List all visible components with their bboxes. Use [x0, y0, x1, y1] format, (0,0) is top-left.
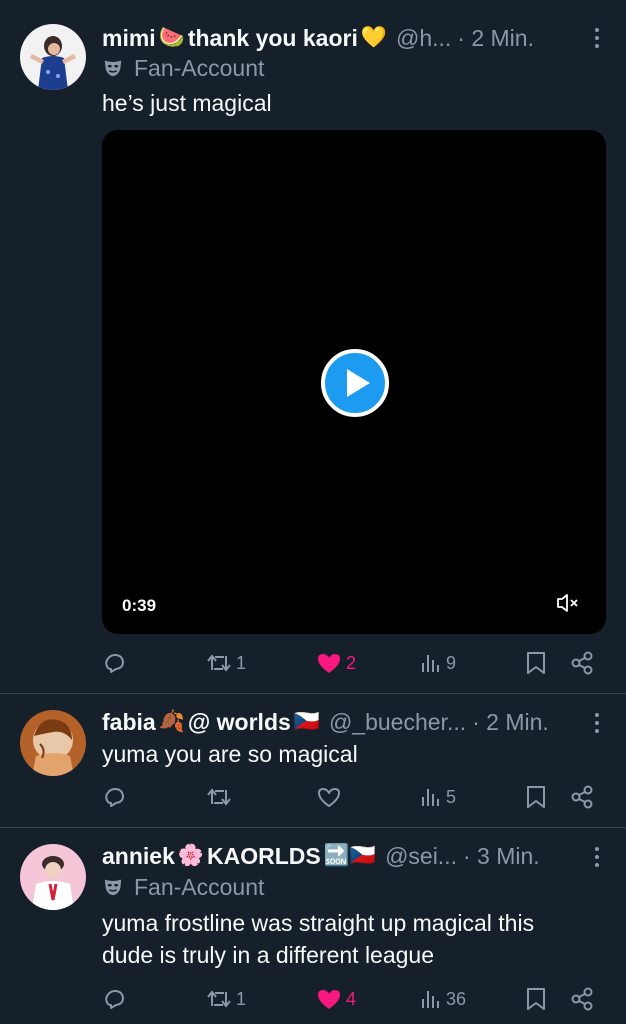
mask-icon	[104, 879, 122, 896]
czech-flag-emoji: 🇨🇿	[293, 710, 320, 733]
share-icon	[571, 785, 593, 809]
retweet-button[interactable]: 1	[206, 648, 246, 678]
retweet-button[interactable]	[206, 782, 236, 812]
more-options-icon[interactable]	[594, 847, 600, 871]
tweet-header: fabia 🍂 @ worlds 🇨🇿 @_buecher... · 2 Min…	[102, 705, 606, 739]
tweet[interactable]: fabia 🍂 @ worlds 🇨🇿 @_buecher... · 2 Min…	[0, 694, 626, 827]
cherry-blossom-emoji: 🌸	[177, 844, 205, 867]
action-bar: 1 4 36	[0, 984, 626, 1014]
account-label-text: Fan-Account	[134, 873, 265, 900]
avatar[interactable]	[20, 710, 86, 776]
bookmark-icon	[527, 988, 545, 1010]
reply-icon	[105, 990, 124, 1009]
bookmark-icon	[527, 652, 545, 674]
like-count: 2	[346, 652, 357, 673]
muted-speaker-icon[interactable]	[556, 592, 580, 614]
heart-outline-icon	[318, 788, 340, 807]
bookmark-button[interactable]	[525, 984, 547, 1014]
analytics-icon	[422, 655, 439, 672]
timestamp[interactable]: · 2 Min.	[472, 709, 549, 736]
tweet-text: yuma you are so magical	[102, 741, 358, 767]
retweet-button[interactable]: 1	[206, 984, 246, 1014]
user-handle[interactable]: @sei...	[385, 843, 457, 870]
user-handle[interactable]: @h...	[396, 25, 451, 52]
display-name-part[interactable]: thank you kaori	[188, 25, 358, 52]
tweet-header: anniek 🌸 KAORLDS 🔜🇨🇿 @sei... · 3 Min.	[102, 839, 606, 873]
display-name-part[interactable]: KAORLDS	[207, 843, 321, 870]
share-button[interactable]	[570, 984, 594, 1014]
tweet[interactable]: anniek 🌸 KAORLDS 🔜🇨🇿 @sei... · 3 Min. Fa…	[0, 828, 626, 1024]
video-duration: 0:39	[122, 596, 157, 615]
avatar[interactable]	[20, 844, 86, 910]
reply-icon	[105, 654, 124, 673]
bookmark-icon	[527, 786, 545, 808]
like-button[interactable]: 4	[316, 984, 356, 1014]
display-name[interactable]: mimi	[102, 25, 156, 52]
retweet-icon	[207, 990, 231, 1008]
share-icon	[571, 651, 593, 675]
share-button[interactable]	[570, 782, 594, 812]
soon-arrow-czech-flag-emoji: 🔜🇨🇿	[323, 844, 377, 867]
more-options-icon[interactable]	[594, 713, 600, 737]
timestamp[interactable]: · 2 Min.	[457, 25, 534, 52]
heart-filled-icon	[318, 654, 340, 673]
watermelon-emoji: 🍉	[158, 26, 185, 49]
timeline-feed: mimi 🍉 thank you kaori 💛 @h... · 2 Min. …	[0, 0, 626, 1024]
like-count: 4	[346, 988, 357, 1009]
retweet-icon	[207, 654, 231, 672]
reply-button[interactable]	[103, 648, 131, 678]
more-options-icon[interactable]	[594, 28, 600, 52]
action-bar: 1 2 9	[0, 648, 626, 678]
like-button[interactable]	[316, 782, 346, 812]
tweet-text: yuma frostline was straight up magical t…	[102, 910, 535, 968]
leaf-emoji: 🍂	[158, 710, 185, 733]
play-button[interactable]	[321, 349, 389, 417]
display-name[interactable]: fabia	[102, 709, 156, 736]
tweet-header: mimi 🍉 thank you kaori 💛 @h... · 2 Min.	[102, 21, 606, 55]
display-name[interactable]: anniek	[102, 843, 175, 870]
views-count: 9	[446, 652, 457, 673]
play-icon	[347, 369, 370, 397]
tweet[interactable]: mimi 🍉 thank you kaori 💛 @h... · 2 Min. …	[0, 0, 626, 693]
views-button[interactable]: 5	[420, 782, 456, 812]
views-button[interactable]: 9	[420, 648, 456, 678]
views-button[interactable]: 36	[420, 984, 466, 1014]
bookmark-button[interactable]	[525, 782, 547, 812]
yellow-heart-emoji: 💛	[360, 26, 387, 49]
account-label-text: Fan-Account	[134, 54, 265, 81]
analytics-icon	[422, 789, 439, 806]
retweet-count: 1	[236, 988, 247, 1009]
share-button[interactable]	[570, 648, 594, 678]
views-count: 36	[446, 988, 467, 1009]
like-button[interactable]: 2	[316, 648, 356, 678]
reply-button[interactable]	[103, 984, 131, 1014]
user-handle[interactable]: @_buecher...	[329, 709, 466, 736]
share-icon	[571, 987, 593, 1011]
views-count: 5	[446, 786, 457, 807]
heart-filled-icon	[318, 990, 340, 1009]
account-label: Fan-Account	[102, 872, 264, 902]
timestamp[interactable]: · 3 Min.	[463, 843, 540, 870]
retweet-icon	[207, 788, 231, 806]
reply-button[interactable]	[103, 782, 131, 812]
retweet-count: 1	[236, 652, 247, 673]
bookmark-button[interactable]	[525, 648, 547, 678]
tweet-text: he’s just magical	[102, 90, 272, 116]
account-label: Fan-Account	[102, 53, 264, 83]
avatar[interactable]	[20, 24, 86, 90]
action-bar: 5	[0, 782, 626, 812]
reply-icon	[105, 788, 124, 807]
mask-icon	[104, 60, 122, 77]
video-player[interactable]: 0:39	[102, 130, 606, 634]
analytics-icon	[422, 991, 439, 1008]
display-name-part[interactable]: @ worlds	[188, 709, 291, 736]
